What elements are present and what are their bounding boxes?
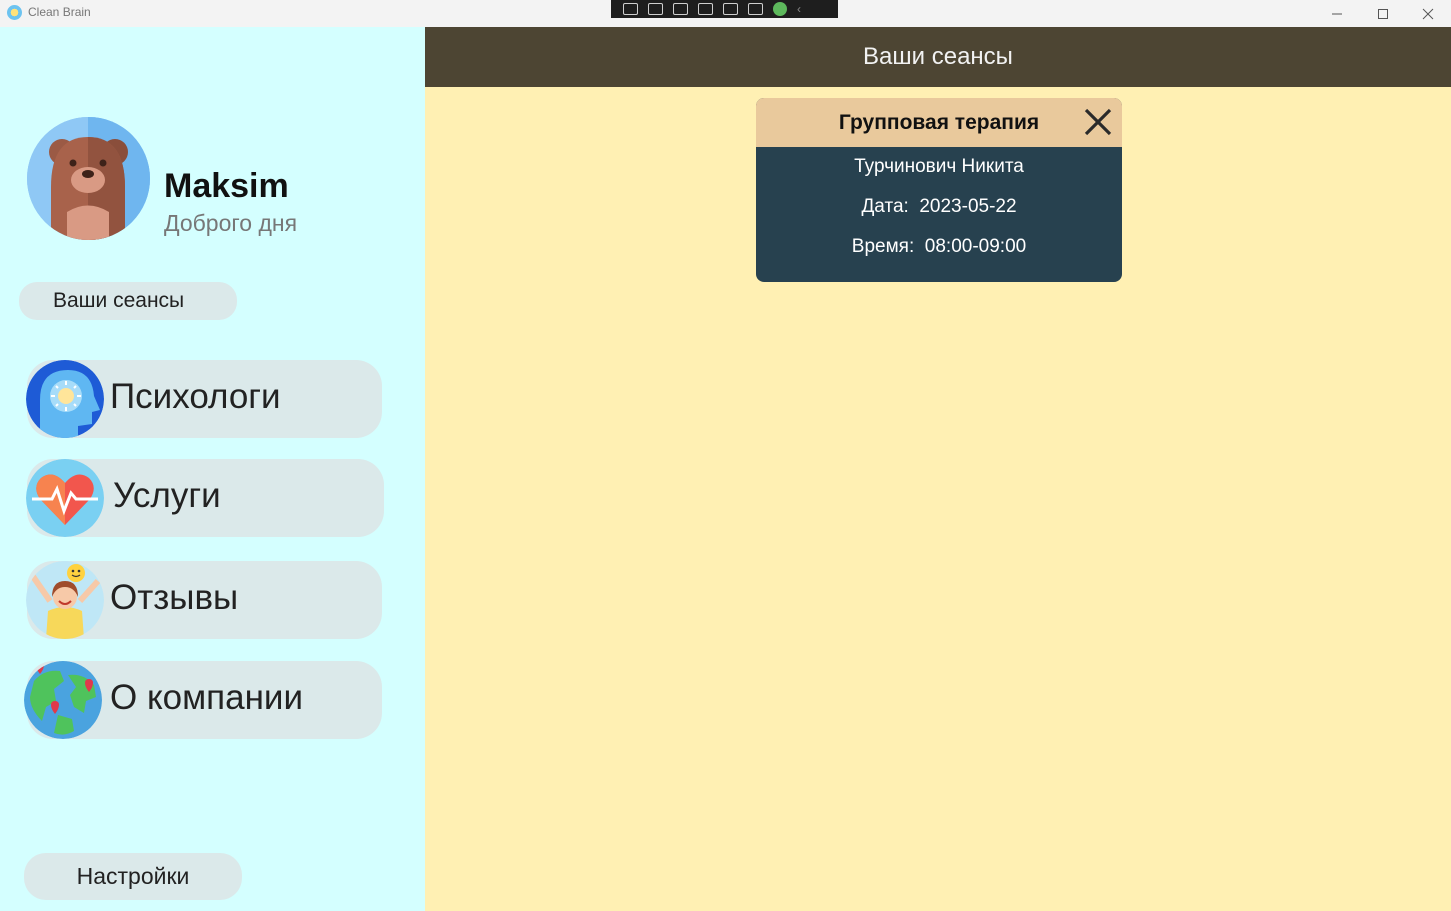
time-label: Время: (851, 236, 915, 257)
display-icon[interactable] (723, 3, 738, 15)
avatar (27, 117, 150, 240)
user-name: Maksim (164, 167, 289, 205)
minimize-icon (1332, 13, 1342, 14)
pointer-icon[interactable] (673, 3, 688, 15)
nav-label: Услуги (113, 476, 221, 515)
session-time-row: Время: 08:00-09:00 (756, 227, 1122, 267)
chevron-left-icon[interactable]: ‹ (797, 3, 801, 15)
session-card: Групповая терапия Турчинович Никита Дата… (756, 98, 1122, 282)
check-icon[interactable] (773, 2, 787, 16)
maximize-button[interactable] (1360, 0, 1406, 27)
nav-item-about-company[interactable]: О компании (24, 661, 382, 739)
window-title: Clean Brain (28, 5, 91, 19)
bear-avatar-icon (27, 117, 150, 240)
app-logo-icon (7, 5, 22, 20)
time-value: 08:00-09:00 (924, 236, 1027, 257)
greeting-text: Доброго дня (164, 210, 298, 236)
hot-reload-icon[interactable] (748, 3, 763, 15)
page-title: Ваши сеансы (425, 27, 1451, 87)
nav-item-reviews[interactable]: Отзывы (26, 561, 382, 639)
maximize-icon (1378, 8, 1388, 19)
date-value: 2023-05-22 (919, 196, 1017, 217)
sidebar: Maksim Доброго дня Ваши сеансы Психологи (0, 27, 425, 911)
nav-item-psychologists[interactable]: Психологи (26, 360, 382, 438)
date-label: Дата: (861, 196, 909, 217)
title-bar: Clean Brain ‹ (0, 0, 1451, 27)
heart-pulse-icon (26, 459, 104, 537)
close-icon[interactable] (1082, 106, 1114, 138)
nav-label: О компании (110, 678, 304, 717)
nav-item-services[interactable]: Услуги (26, 459, 384, 537)
close-window-button[interactable] (1405, 0, 1451, 27)
happy-person-icon (26, 561, 104, 639)
globe-icon (24, 661, 102, 739)
nav-label: Психологи (110, 377, 281, 416)
minimize-button[interactable] (1314, 0, 1360, 27)
therapist-name: Турчинович Никита (854, 156, 1024, 177)
your-sessions-button[interactable]: Ваши сеансы (19, 282, 237, 320)
session-card-header: Групповая терапия (756, 98, 1122, 147)
nav-label: Отзывы (110, 578, 239, 617)
settings-button[interactable]: Настройки (24, 853, 242, 900)
psychology-head-icon (26, 360, 104, 438)
debug-toolbar[interactable]: ‹ (611, 0, 838, 18)
session-title: Групповая терапия (838, 110, 1040, 134)
close-icon (1422, 8, 1434, 19)
camera-icon[interactable] (648, 3, 663, 15)
main-content: Ваши сеансы Групповая терапия Турчинович… (425, 27, 1451, 911)
layout-icon[interactable] (698, 3, 713, 15)
session-date-row: Дата: 2023-05-22 (756, 187, 1122, 227)
select-element-icon[interactable] (623, 3, 638, 15)
